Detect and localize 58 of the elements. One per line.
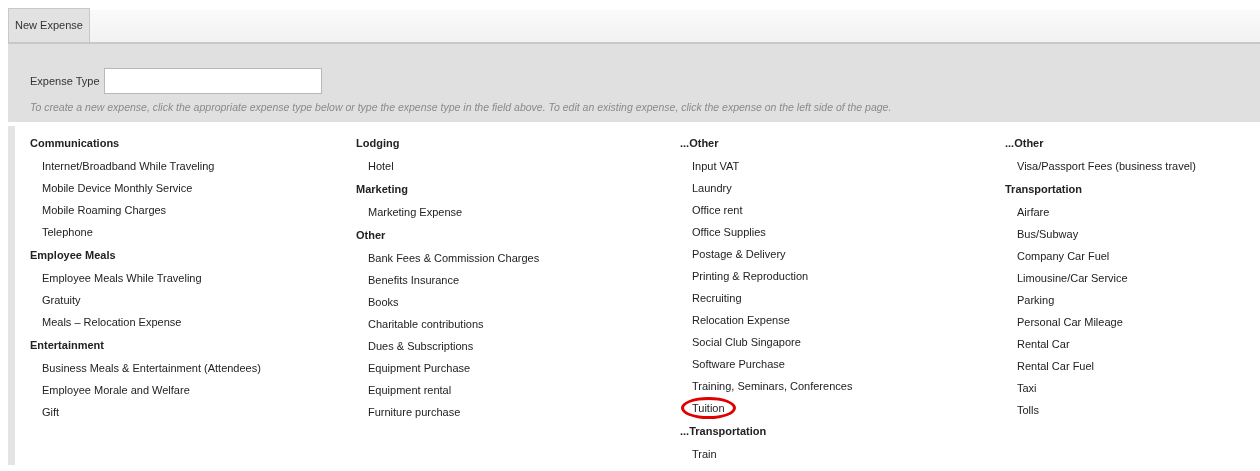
- expense-type-link[interactable]: Visa/Passport Fees (business travel): [1013, 155, 1200, 176]
- expense-type-link[interactable]: Charitable contributions: [364, 313, 488, 334]
- expense-type-link[interactable]: Parking: [1013, 289, 1059, 310]
- expense-type-link[interactable]: Relocation Expense: [688, 309, 794, 330]
- hint-text: To create a new expense, click the appropriate expense type below or type the expense type in the field above. To edit an existing expense, click the expense on the left side of the page.: [30, 100, 893, 115]
- expense-type-link[interactable]: Rental Car: [1013, 333, 1074, 354]
- category-heading: Marketing: [356, 182, 408, 195]
- expense-type-link[interactable]: Meals – Relocation Expense: [38, 311, 186, 332]
- expense-type-link[interactable]: Personal Car Mileage: [1013, 311, 1127, 332]
- expense-type-link[interactable]: Telephone: [38, 221, 97, 242]
- category-heading: Employee Meals: [30, 248, 116, 261]
- expense-type-link[interactable]: Hotel: [364, 155, 398, 176]
- expense-type-link[interactable]: Printing & Reproduction: [688, 265, 813, 286]
- expense-type-link[interactable]: Laundry: [688, 177, 736, 198]
- category-heading: Transportation: [1005, 182, 1082, 195]
- expense-type-link[interactable]: Gift: [38, 401, 64, 422]
- expense-type-link[interactable]: Employee Meals While Traveling: [38, 267, 206, 288]
- category-heading: ...Transportation: [680, 424, 767, 437]
- expense-type-link[interactable]: Limousine/Car Service: [1013, 267, 1132, 288]
- expense-type-link[interactable]: Books: [364, 291, 403, 312]
- field-label: Expense Type: [30, 73, 100, 89]
- expense-type-field[interactable]: [103, 68, 322, 94]
- expense-type-link[interactable]: Bus/Subway: [1013, 223, 1083, 244]
- expense-type-link[interactable]: Equipment Purchase: [364, 357, 475, 378]
- expense-type-link[interactable]: Tuition: [681, 396, 736, 419]
- expense-type-link[interactable]: Airfare: [1013, 201, 1054, 222]
- expense-type-link[interactable]: Office Supplies: [688, 221, 770, 242]
- expense-type-link[interactable]: Software Purchase: [688, 353, 789, 374]
- category-heading: Communications: [30, 136, 120, 149]
- expense-type-link[interactable]: Recruiting: [688, 287, 746, 308]
- expense-type-link[interactable]: Rental Car Fuel: [1013, 355, 1099, 376]
- category-heading: ...Other: [680, 136, 719, 149]
- expense-type-link[interactable]: Dues & Subscriptions: [364, 335, 478, 356]
- category-heading: Other: [356, 228, 386, 241]
- expense-type-link[interactable]: Mobile Roaming Charges: [38, 199, 171, 220]
- expense-type-link[interactable]: Tolls: [1013, 399, 1043, 420]
- expense-type-link[interactable]: Equipment rental: [364, 379, 456, 400]
- expense-type-link[interactable]: Marketing Expense: [364, 201, 467, 222]
- expense-type-link[interactable]: Company Car Fuel: [1013, 245, 1114, 266]
- expense-type-link[interactable]: Benefits Insurance: [364, 269, 464, 290]
- expense-type-link[interactable]: Training, Seminars, Conferences: [688, 375, 857, 396]
- expense-type-link[interactable]: Business Meals & Entertainment (Attendees): [38, 357, 265, 378]
- expense-type-link[interactable]: Internet/Broadband While Traveling: [38, 155, 219, 176]
- category-heading: Entertainment: [30, 338, 104, 351]
- expense-type-link[interactable]: Train: [688, 443, 721, 464]
- expense-type-link[interactable]: Social Club Singapore: [688, 331, 805, 352]
- expense-type-link[interactable]: Employee Morale and Welfare: [38, 379, 194, 400]
- category-heading: ...Other: [1005, 136, 1044, 149]
- expense-type-link[interactable]: Office rent: [688, 199, 747, 220]
- expense-type-link[interactable]: Furniture purchase: [364, 401, 465, 422]
- expense-type-link[interactable]: Mobile Device Monthly Service: [38, 177, 197, 198]
- category-heading: Lodging: [356, 136, 400, 149]
- expense-type-link[interactable]: Gratuity: [38, 289, 85, 310]
- expense-type-link[interactable]: Input VAT: [688, 155, 744, 176]
- tab[interactable]: New Expense: [8, 7, 90, 42]
- expense-type-link[interactable]: Taxi: [1013, 377, 1041, 398]
- expense-type-link[interactable]: Postage & Delivery: [688, 243, 790, 264]
- expense-type-link[interactable]: Bank Fees & Commission Charges: [364, 247, 544, 268]
